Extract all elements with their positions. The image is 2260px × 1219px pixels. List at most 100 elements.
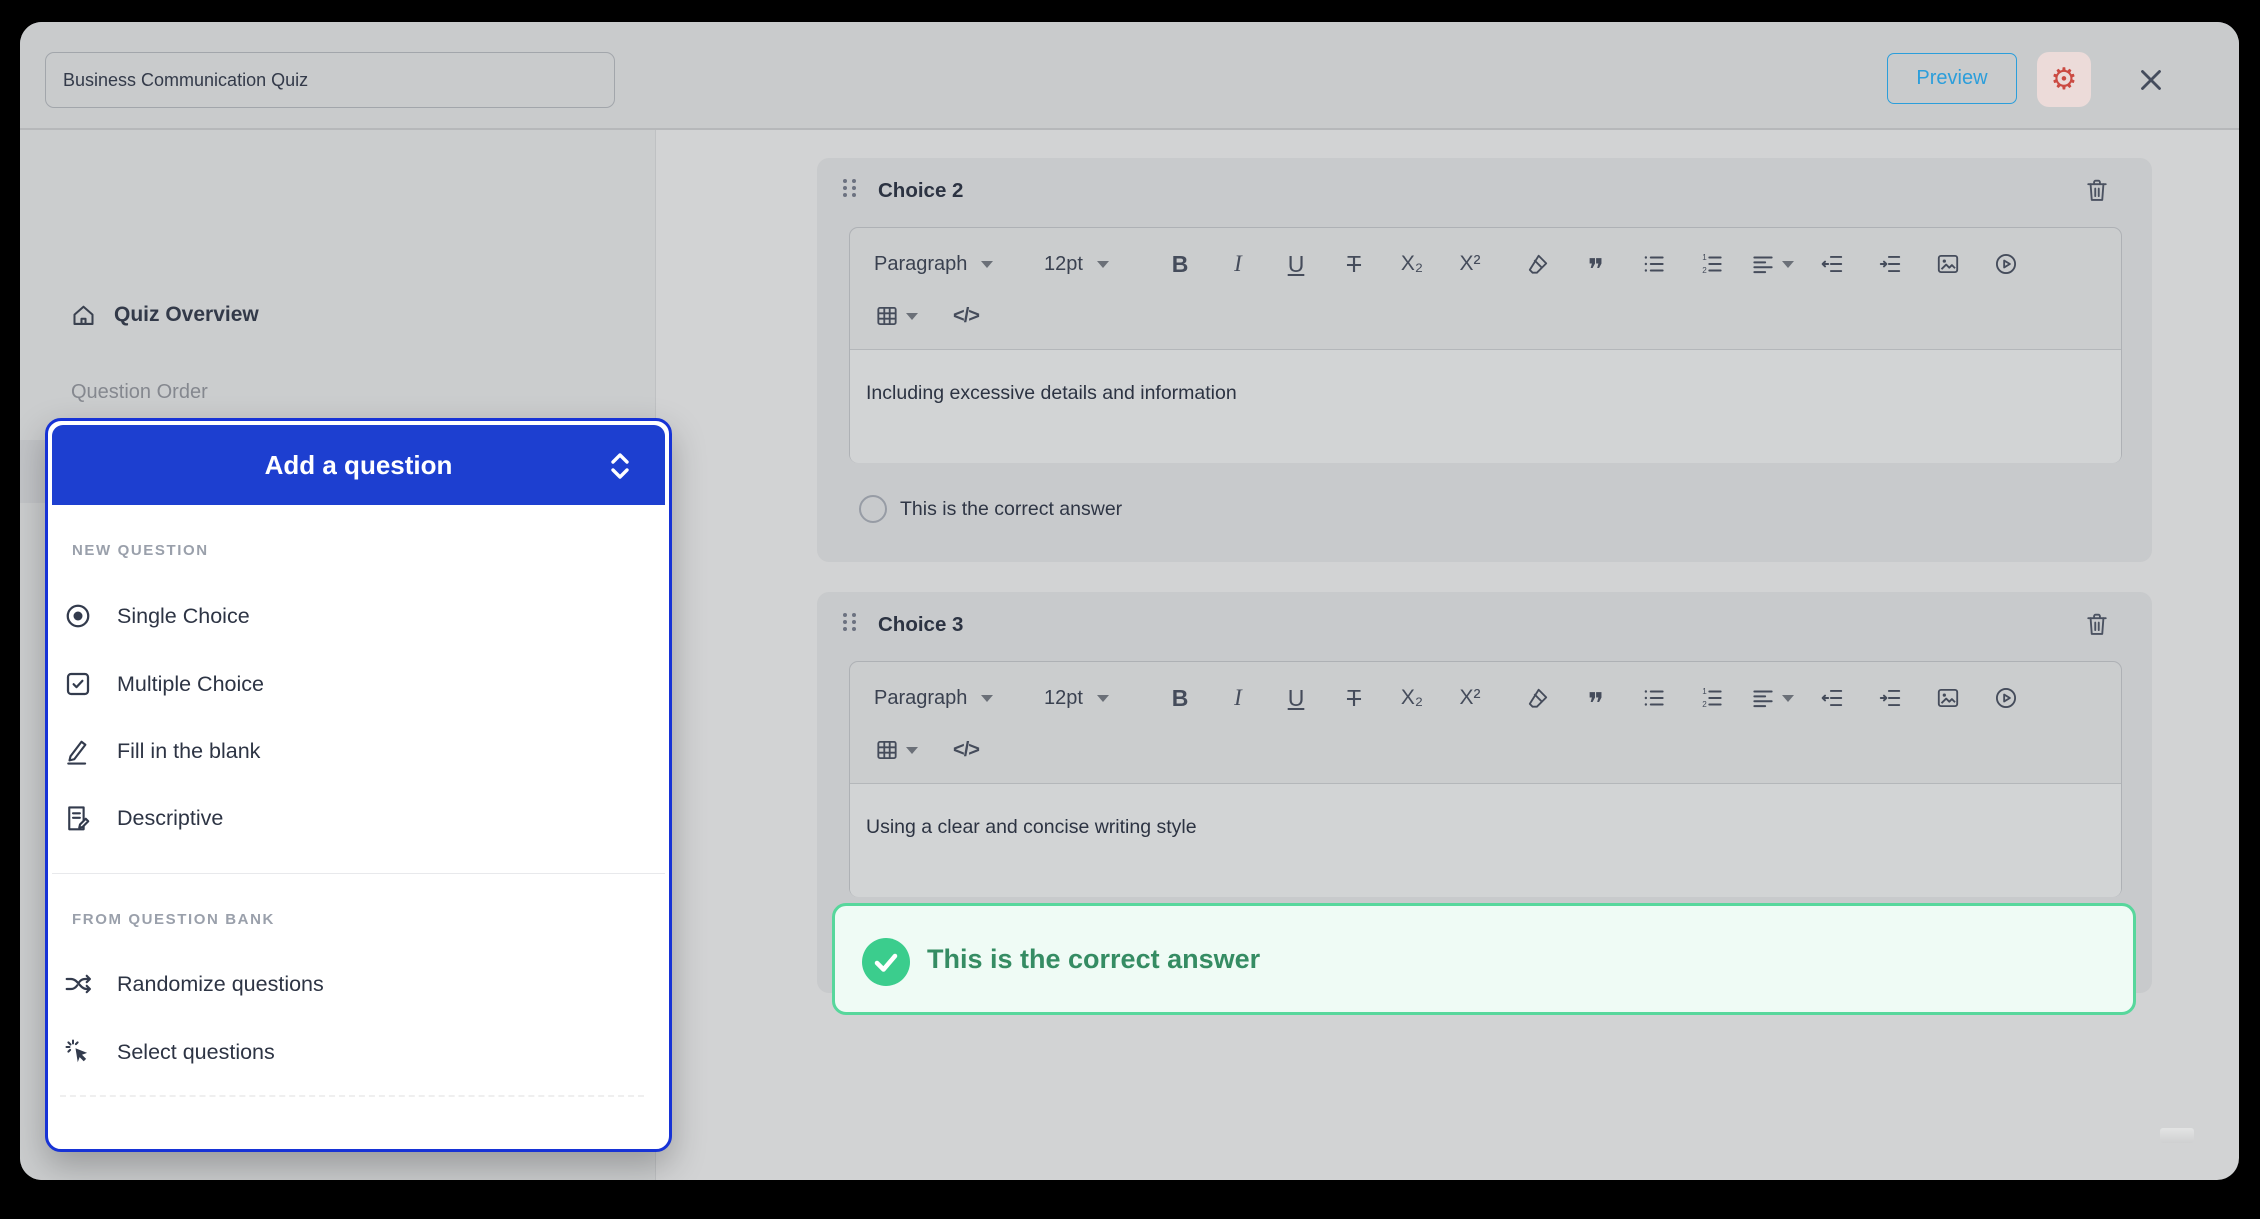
superscript-button[interactable]: X² [1450, 678, 1490, 718]
menu-item-descriptive[interactable]: Descriptive [52, 796, 665, 840]
choice-title: Choice 2 [878, 179, 963, 203]
bold-button[interactable]: B [1160, 678, 1200, 718]
underline-button[interactable]: U [1276, 678, 1316, 718]
gear-icon: ⚙ [2051, 63, 2078, 96]
play-circle-icon [1993, 251, 2019, 277]
font-size-dropdown[interactable]: 12pt [1044, 253, 1144, 276]
correct-answer-option[interactable]: This is the correct answer [859, 495, 1122, 523]
insert-media-button[interactable] [1986, 244, 2026, 284]
menu-item-fill-in-the-blank[interactable]: Fill in the blank [52, 729, 665, 773]
caret-down-icon [1782, 261, 1794, 268]
clear-formatting-button[interactable] [1518, 244, 1558, 284]
cursor-click-icon [63, 1037, 93, 1067]
rich-text-editor: Paragraph 12pt B I U T X₂ X² [849, 661, 2122, 897]
choice-text-area[interactable]: Using a clear and concise writing style [850, 783, 2121, 897]
add-question-title: Add a question [52, 425, 665, 505]
radio-icon [63, 601, 93, 631]
quiz-title-input[interactable] [45, 52, 615, 108]
italic-button[interactable]: I [1218, 678, 1258, 718]
editor-toolbar-row-2: </> [850, 292, 2121, 340]
superscript-button[interactable]: X² [1450, 244, 1490, 284]
numbered-list-button[interactable]: 1 2 [1692, 678, 1732, 718]
choice-text-area[interactable]: Including excessive details and informat… [850, 349, 2121, 463]
sidebar-item-quiz-overview[interactable]: Quiz Overview [20, 293, 655, 337]
menu-item-label: Single Choice [117, 604, 250, 629]
indent-button[interactable] [1870, 244, 1910, 284]
settings-button[interactable]: ⚙ [2037, 52, 2091, 107]
insert-image-button[interactable] [1928, 244, 1968, 284]
menu-separator [52, 873, 665, 874]
radio-unselected-icon[interactable] [859, 495, 887, 523]
caret-down-icon [1782, 695, 1794, 702]
subscript-button[interactable]: X₂ [1392, 244, 1432, 284]
bullet-list-button[interactable] [1634, 678, 1674, 718]
insert-media-button[interactable] [1986, 678, 2026, 718]
paragraph-dropdown[interactable]: Paragraph [874, 253, 1018, 276]
table-icon [874, 737, 900, 763]
delete-choice-button[interactable] [2083, 175, 2113, 205]
menu-item-randomize-questions[interactable]: Randomize questions [52, 962, 665, 1006]
caret-down-icon [981, 261, 993, 268]
preview-button[interactable]: Preview [1887, 53, 2017, 104]
outdent-button[interactable] [1812, 244, 1852, 284]
strikethrough-button[interactable]: T [1334, 244, 1374, 284]
align-left-icon [1750, 251, 1776, 277]
subscript-button[interactable]: X₂ [1392, 678, 1432, 718]
italic-button[interactable]: I [1218, 244, 1258, 284]
code-button[interactable]: </> [946, 296, 986, 336]
menu-item-label: Randomize questions [117, 972, 324, 997]
eraser-icon [1525, 251, 1551, 277]
choice-card: Choice 2 Paragraph 12pt B I [817, 158, 2152, 562]
strikethrough-button[interactable]: T [1334, 678, 1374, 718]
add-question-dropdown-button[interactable]: Add a question [52, 425, 665, 505]
table-button[interactable] [874, 296, 918, 336]
drag-handle-icon[interactable] [843, 179, 856, 201]
paragraph-dropdown[interactable]: Paragraph [874, 687, 1018, 710]
blockquote-button[interactable]: ❞ [1576, 678, 1616, 718]
quiz-builder-window: Preview ⚙ Quiz Overview Question Order [20, 22, 2239, 1180]
outdent-button[interactable] [1812, 678, 1852, 718]
play-circle-icon [1993, 685, 2019, 711]
align-button[interactable] [1750, 244, 1794, 284]
menu-item-select-questions[interactable]: Select questions [52, 1030, 665, 1074]
delete-choice-button[interactable] [2083, 609, 2113, 639]
top-bar: Preview ⚙ [20, 22, 2239, 130]
close-icon [2134, 63, 2174, 97]
menu-dashed-divider [60, 1095, 644, 1097]
shuffle-icon [63, 969, 93, 999]
svg-text:2: 2 [1702, 266, 1707, 275]
font-size-dropdown[interactable]: 12pt [1044, 687, 1144, 710]
bullet-list-button[interactable] [1634, 244, 1674, 284]
menu-item-label: Descriptive [117, 806, 223, 831]
align-button[interactable] [1750, 678, 1794, 718]
bullet-list-icon [1641, 685, 1667, 711]
menu-item-single-choice[interactable]: Single Choice [52, 594, 665, 638]
checkbox-icon [63, 669, 93, 699]
pencil-underline-icon [63, 736, 93, 766]
insert-image-button[interactable] [1928, 678, 1968, 718]
indent-button[interactable] [1870, 678, 1910, 718]
numbered-list-button[interactable]: 1 2 [1692, 244, 1732, 284]
check-circle-icon [862, 938, 910, 986]
underline-button[interactable]: U [1276, 244, 1316, 284]
font-size-dropdown-value: 12pt [1044, 253, 1083, 276]
drag-handle-icon[interactable] [843, 613, 856, 635]
table-button[interactable] [874, 730, 918, 770]
rich-text-editor: Paragraph 12pt B I U T X₂ X² [849, 227, 2122, 463]
editor-toolbar-row-2: </> [850, 726, 2121, 774]
paragraph-dropdown-value: Paragraph [874, 687, 967, 710]
clear-formatting-button[interactable] [1518, 678, 1558, 718]
menu-item-label: Fill in the blank [117, 739, 260, 764]
scroll-hint [2160, 1128, 2194, 1143]
blockquote-button[interactable]: ❞ [1576, 244, 1616, 284]
eraser-icon [1525, 685, 1551, 711]
bullet-list-icon [1641, 251, 1667, 277]
correct-answer-banner[interactable]: This is the correct answer [832, 903, 2136, 1015]
indent-icon [1877, 251, 1903, 277]
bold-button[interactable]: B [1160, 244, 1200, 284]
code-button[interactable]: </> [946, 730, 986, 770]
section-label-from-question-bank: FROM QUESTION BANK [72, 911, 275, 928]
close-button[interactable] [2134, 60, 2174, 100]
sidebar-item-label: Quiz Overview [114, 303, 259, 327]
menu-item-multiple-choice[interactable]: Multiple Choice [52, 662, 665, 706]
